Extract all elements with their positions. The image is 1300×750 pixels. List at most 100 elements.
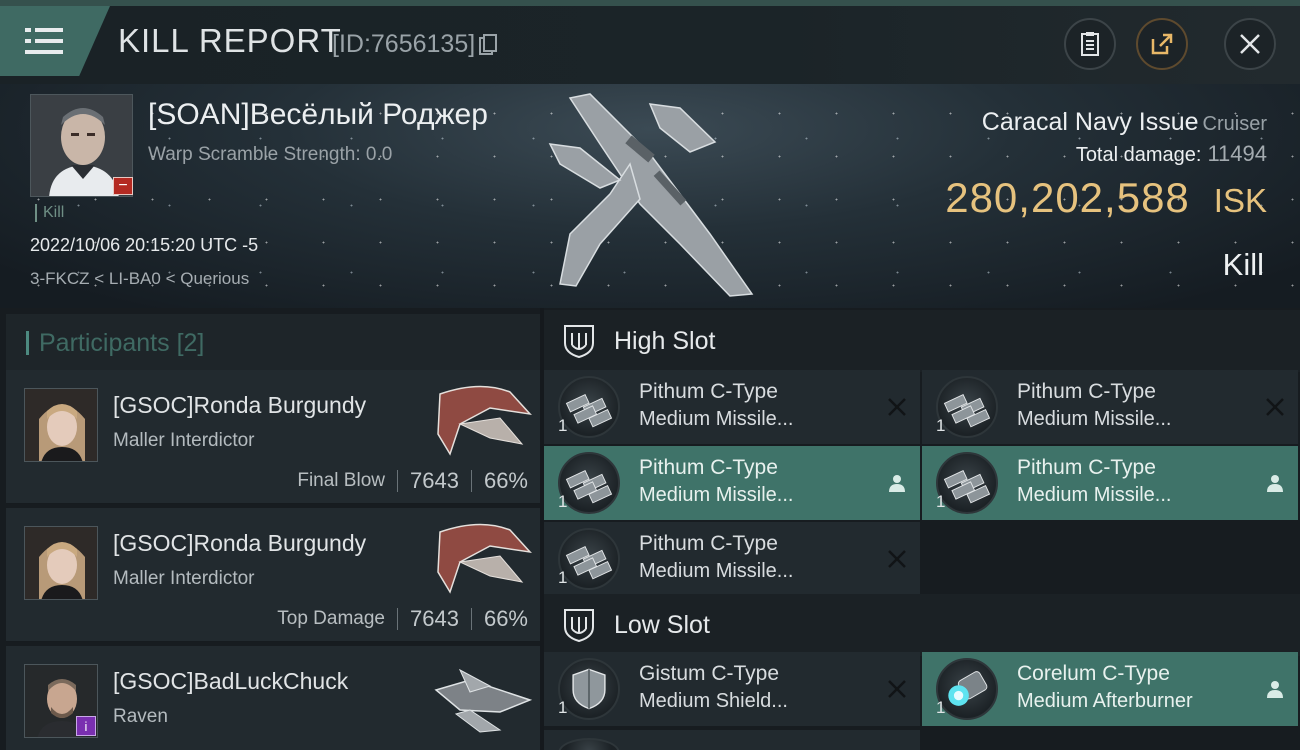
kill-location[interactable]: 3-FKCZ < LI-BA0 < Querious <box>30 269 249 289</box>
participants-count: [2] <box>176 328 205 357</box>
isk-unit: ISK <box>1213 182 1267 219</box>
stats-divider <box>397 608 398 630</box>
total-damage-value: 11494 <box>1207 141 1267 166</box>
participant-portrait[interactable] <box>24 526 98 600</box>
stats-divider <box>397 470 398 492</box>
participant-percent: 66% <box>483 606 528 631</box>
low-slot-label: Low Slot <box>614 610 710 639</box>
module-type: Medium Missile... <box>1017 484 1172 506</box>
stats-divider <box>470 608 472 630</box>
module-type: Medium Missile... <box>1017 408 1172 430</box>
module-type: Medium Missile... <box>639 408 794 430</box>
module-name: Pithum C-Type <box>1017 380 1156 403</box>
module-quantity: 1 <box>558 698 568 717</box>
participant-name: [GSOC]Ronda Burgundy <box>113 530 367 556</box>
isk-value-row: 280,202,588 ISK <box>945 174 1267 222</box>
module-type: Medium Shield... <box>639 690 788 712</box>
participant-role: Final Blow <box>297 470 385 491</box>
share-icon <box>1151 33 1173 55</box>
participant-stats: Top Damage 7643 66% <box>277 606 528 632</box>
participants-label: Participants <box>39 328 170 357</box>
module-item[interactable]: 1 Gistum C-Type Medium Shield... <box>544 652 920 726</box>
hostile-standing-icon: − <box>113 177 133 195</box>
destroyed-x-icon <box>888 398 906 416</box>
module-quantity: 1 <box>936 492 946 511</box>
destroyed-x-icon <box>888 680 906 698</box>
participant-row[interactable]: i [GSOC]BadLuckChuck Raven <box>6 646 540 750</box>
module-name: Pithum C-Type <box>1017 456 1156 479</box>
participant-percent: 66% <box>483 468 528 493</box>
module-item[interactable]: 1 Pithum C-Type Medium Missile... <box>544 522 920 596</box>
module-item[interactable]: 1 Pithum C-Type Medium Missile... <box>922 370 1298 444</box>
clipboard-button[interactable] <box>1064 18 1116 70</box>
module-quantity: 1 <box>936 416 946 435</box>
module-item[interactable]: 1 Corelum C-Type Medium Afterburner <box>922 652 1298 726</box>
top-bar: KILL REPORT [ID:7656135] <box>0 0 1300 84</box>
module-item[interactable]: 1 Pithum C-Type Medium Missile... <box>544 446 920 520</box>
participant-portrait[interactable] <box>24 388 98 462</box>
victim-ship-image <box>548 93 754 297</box>
info-badge-icon: i <box>76 716 96 736</box>
hamburger-icon <box>25 28 63 54</box>
share-button[interactable] <box>1136 18 1188 70</box>
participant-ship-image <box>437 385 532 456</box>
module-name: Gistum C-Type <box>639 662 780 685</box>
module-quantity: 1 <box>558 568 568 587</box>
module-type: Medium Missile... <box>639 484 794 506</box>
participant-portrait-image <box>25 389 97 461</box>
victim-name: [SOAN]Весёлый Роджер <box>148 98 488 131</box>
participant-ship: Raven <box>113 706 168 727</box>
module-item[interactable]: 1 Pithum C-Type Medium Missile... <box>922 446 1298 520</box>
victim-ship[interactable]: Caracal Navy Issue Cruiser <box>982 108 1267 137</box>
participant-damage: 7643 <box>410 606 459 631</box>
participant-ship: Maller Interdictor <box>113 430 255 451</box>
low-slot-header: Low Slot <box>544 594 1300 656</box>
participants-header-bar <box>26 331 29 355</box>
high-slot-icon <box>564 325 594 359</box>
kill-tag: Kill <box>35 204 64 222</box>
participant-ship-image <box>434 668 533 733</box>
participant-role: Top Damage <box>277 608 385 629</box>
module-name: Pithum C-Type <box>639 380 778 403</box>
kill-id-text: [ID:7656135] <box>332 30 476 58</box>
participants-panel: Participants [2] [GSOC]Ronda Burgundy Ma… <box>0 308 540 750</box>
total-damage-label: Total damage: <box>1075 144 1202 166</box>
participant-damage: 7643 <box>410 468 459 493</box>
high-slot-header: High Slot <box>544 310 1300 372</box>
clipboard-icon <box>1081 32 1099 56</box>
destroyed-x-icon <box>1266 398 1284 416</box>
module-quantity: 1 <box>936 698 946 717</box>
victim-ship-class: Cruiser <box>1202 113 1267 135</box>
module-quantity: 1 <box>558 416 568 435</box>
module-name: Pithum C-Type <box>639 532 778 555</box>
module-name: Corelum C-Type <box>1017 662 1170 685</box>
low-slot-icon <box>564 609 594 643</box>
menu-button[interactable] <box>0 6 110 76</box>
close-button[interactable] <box>1224 18 1276 70</box>
kill-datetime: 2022/10/06 20:15:20 UTC -5 <box>30 235 259 255</box>
warp-scramble-strength: Warp Scramble Strength: 0.0 <box>148 144 393 165</box>
top-accent-line <box>0 0 1300 6</box>
participant-row[interactable]: [GSOC]Ronda Burgundy Maller Interdictor … <box>6 508 540 642</box>
module-quantity: 1 <box>558 492 568 511</box>
victim-ship-name: Caracal Navy Issue <box>981 108 1199 136</box>
high-slot-label: High Slot <box>614 326 716 355</box>
module-item-partial[interactable] <box>544 730 920 750</box>
close-icon <box>1240 34 1260 54</box>
page-title: KILL REPORT <box>118 22 342 59</box>
participants-header[interactable]: Participants [2] <box>6 314 540 372</box>
participant-name: [GSOC]BadLuckChuck <box>113 668 349 694</box>
kill-id: [ID:7656135] <box>332 30 498 59</box>
module-name: Pithum C-Type <box>639 456 778 479</box>
victim-banner: − [SOAN]Весёлый Роджер Warp Scramble Str… <box>0 84 1300 308</box>
module-type: Medium Afterburner <box>1017 690 1193 712</box>
participant-row[interactable]: [GSOC]Ronda Burgundy Maller Interdictor … <box>6 370 540 504</box>
module-type: Medium Missile... <box>639 560 794 582</box>
stats-divider <box>470 470 472 492</box>
dropped-person-icon <box>1267 681 1283 698</box>
participant-ship: Maller Interdictor <box>113 568 255 589</box>
participant-name: [GSOC]Ronda Burgundy <box>113 392 367 418</box>
copy-icon[interactable] <box>479 33 498 56</box>
dropped-person-icon <box>1267 475 1283 492</box>
module-item[interactable]: 1 Pithum C-Type Medium Missile... <box>544 370 920 444</box>
